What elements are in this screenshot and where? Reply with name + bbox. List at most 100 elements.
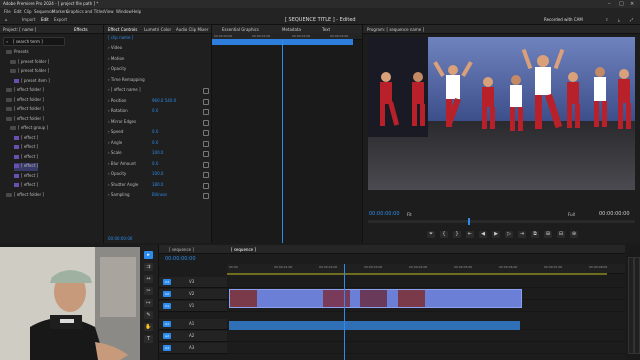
tool-button[interactable]: T bbox=[144, 335, 153, 343]
keyframe-toggle-icon[interactable] bbox=[203, 172, 209, 178]
tool-button[interactable]: ▸ bbox=[144, 251, 153, 259]
menu-edit[interactable]: Edit bbox=[14, 9, 22, 14]
keyframe-toggle-icon[interactable] bbox=[203, 130, 209, 136]
effect-property-row[interactable]: › Blur Amount 0.0 bbox=[108, 161, 158, 168]
effect-property-value[interactable]: 960.0 540.0 bbox=[152, 98, 176, 103]
effect-property-row[interactable]: › Video bbox=[108, 45, 122, 52]
video-preview[interactable] bbox=[368, 37, 635, 190]
track-lane[interactable] bbox=[227, 277, 625, 288]
track-target[interactable]: V2 bbox=[163, 291, 171, 297]
transport-button[interactable]: ⇥ bbox=[518, 231, 526, 238]
keyframe-toggle-icon[interactable] bbox=[203, 182, 209, 189]
tree-item[interactable]: [ effect ] bbox=[14, 163, 39, 171]
tab-effects[interactable]: Effects bbox=[74, 27, 88, 32]
menu-sequence[interactable]: Sequence bbox=[34, 9, 54, 14]
tree-item[interactable]: [ preset folder ] bbox=[10, 59, 49, 67]
keyframe-toggle-icon[interactable] bbox=[203, 193, 209, 199]
tree-item[interactable]: [ preset item ] bbox=[14, 78, 50, 86]
track-header[interactable]: V3 V3 bbox=[159, 277, 227, 288]
tool-button[interactable]: ↦ bbox=[144, 299, 153, 307]
tool-button[interactable]: ⇉ bbox=[144, 263, 153, 271]
share-icon[interactable]: ⇪ bbox=[605, 17, 608, 22]
track-header[interactable]: A2 A2 bbox=[159, 331, 227, 342]
track-header[interactable]: A1 A1 bbox=[159, 319, 227, 330]
tab-text[interactable]: Text bbox=[322, 27, 330, 32]
effect-property-row[interactable]: › Mirror Edges bbox=[108, 119, 136, 126]
effect-property-row[interactable]: › Scale 100.0 bbox=[108, 150, 163, 157]
video-clip[interactable] bbox=[229, 289, 522, 308]
effect-property-row[interactable]: › Angle 0.0 bbox=[108, 140, 158, 147]
quick-export-icon[interactable]: ⤓ bbox=[618, 17, 620, 22]
transport-button[interactable]: ▶ bbox=[492, 231, 500, 238]
effect-property-row[interactable]: › Speed 0.0 bbox=[108, 129, 158, 136]
menu-view[interactable]: View bbox=[104, 9, 114, 14]
minimize-icon[interactable]: – bbox=[608, 1, 611, 7]
playhead-timecode[interactable]: 00:00:00:00 bbox=[369, 211, 400, 217]
keyframe-toggle-icon[interactable] bbox=[203, 151, 209, 157]
keyframe-toggle-icon[interactable] bbox=[203, 161, 209, 168]
effect-property-row[interactable]: › Sampling Bilinear bbox=[108, 192, 167, 199]
effect-property-row[interactable]: › Time Remapping bbox=[108, 77, 145, 84]
menu-window[interactable]: Window bbox=[116, 9, 132, 14]
work-area-bar[interactable] bbox=[227, 273, 607, 275]
effect-property-value[interactable]: 100.0 bbox=[152, 171, 163, 176]
home-icon[interactable]: ⌂ bbox=[5, 17, 8, 22]
track-lane[interactable] bbox=[227, 331, 625, 342]
tree-item[interactable]: [ effect folder ] bbox=[6, 87, 44, 95]
mini-playhead[interactable] bbox=[282, 39, 283, 243]
transport-button[interactable]: } bbox=[453, 231, 461, 238]
track-header[interactable]: A3 A3 bbox=[159, 343, 227, 354]
track-header[interactable]: V1 V1 bbox=[159, 301, 227, 312]
tab-edit[interactable]: Edit bbox=[41, 17, 49, 22]
effect-property-value[interactable]: 0.0 bbox=[152, 140, 158, 145]
tree-item[interactable]: [ effect folder ] bbox=[6, 116, 44, 124]
transport-button[interactable]: ▷ bbox=[505, 231, 513, 238]
effect-property-row[interactable]: › Rotation 0.0 bbox=[108, 108, 158, 115]
transport-button[interactable]: ⊟ bbox=[557, 231, 565, 238]
transport-button[interactable]: ⇤ bbox=[466, 231, 474, 238]
keyframe-toggle-icon[interactable] bbox=[203, 88, 209, 94]
close-icon[interactable]: × bbox=[630, 1, 634, 7]
program-playhead[interactable] bbox=[468, 218, 470, 225]
tab-effect-controls[interactable]: Effect Controls bbox=[108, 27, 137, 32]
tree-item[interactable]: [ effect folder ] bbox=[6, 106, 44, 114]
keyframe-toggle-icon[interactable] bbox=[203, 109, 209, 115]
effects-search-input[interactable]: ⌕ [ search term ] bbox=[3, 37, 65, 46]
tree-item[interactable]: [ effect group ] bbox=[10, 125, 48, 133]
tool-button[interactable]: ✂ bbox=[144, 287, 153, 295]
keyframe-toggle-icon[interactable] bbox=[203, 119, 209, 126]
tree-item[interactable]: [ effect ] bbox=[14, 135, 38, 143]
track-target[interactable]: A3 bbox=[163, 345, 171, 351]
tab-project[interactable]: Project: [ name ] bbox=[3, 27, 36, 32]
menu-file[interactable]: File bbox=[4, 9, 11, 14]
tree-item[interactable]: Presets bbox=[6, 49, 29, 57]
effect-property-row[interactable]: › [ effect name ] bbox=[108, 87, 141, 94]
timeline-tab[interactable]: [ sequence ] bbox=[169, 247, 194, 252]
track-target[interactable]: V1 bbox=[163, 303, 171, 309]
effect-property-row[interactable]: › Opacity 100.0 bbox=[108, 171, 163, 178]
effect-property-row[interactable]: › Motion bbox=[108, 56, 124, 63]
quality-dropdown[interactable]: Full bbox=[568, 212, 575, 217]
effect-property-value[interactable]: 0.0 bbox=[152, 108, 158, 113]
tab-essential-graphics[interactable]: Essential Graphics bbox=[222, 27, 259, 32]
effect-property-value[interactable]: 0.0 bbox=[152, 129, 158, 134]
track-header[interactable]: V2 V2 bbox=[159, 289, 227, 300]
tool-button[interactable]: ↔ bbox=[144, 275, 153, 283]
timeline-timecode[interactable]: 00:00:00:00 bbox=[165, 256, 196, 262]
tree-item[interactable]: [ effect ] bbox=[14, 144, 38, 152]
fullscreen-icon[interactable]: ⤢ bbox=[630, 17, 633, 22]
program-scrubber[interactable] bbox=[368, 218, 635, 225]
tab-metadata[interactable]: Metadata bbox=[282, 27, 301, 32]
tab-import[interactable]: Import bbox=[22, 17, 35, 22]
effect-property-value[interactable]: Bilinear bbox=[152, 192, 167, 197]
transport-button[interactable]: ⊕ bbox=[570, 231, 578, 238]
track-target[interactable]: A2 bbox=[163, 333, 171, 339]
tree-item[interactable]: [ preset folder ] bbox=[10, 68, 49, 76]
tab-lumetri[interactable]: Lumetri Color bbox=[144, 27, 171, 32]
timeline-tab-active[interactable]: [ sequence ] bbox=[231, 247, 256, 252]
tree-item[interactable]: [ effect ] bbox=[14, 154, 38, 162]
track-target[interactable]: V3 bbox=[163, 279, 171, 285]
timeline-playhead[interactable] bbox=[344, 264, 345, 360]
track-target[interactable]: A1 bbox=[163, 321, 171, 327]
effect-property-value[interactable]: 0.0 bbox=[152, 161, 158, 166]
